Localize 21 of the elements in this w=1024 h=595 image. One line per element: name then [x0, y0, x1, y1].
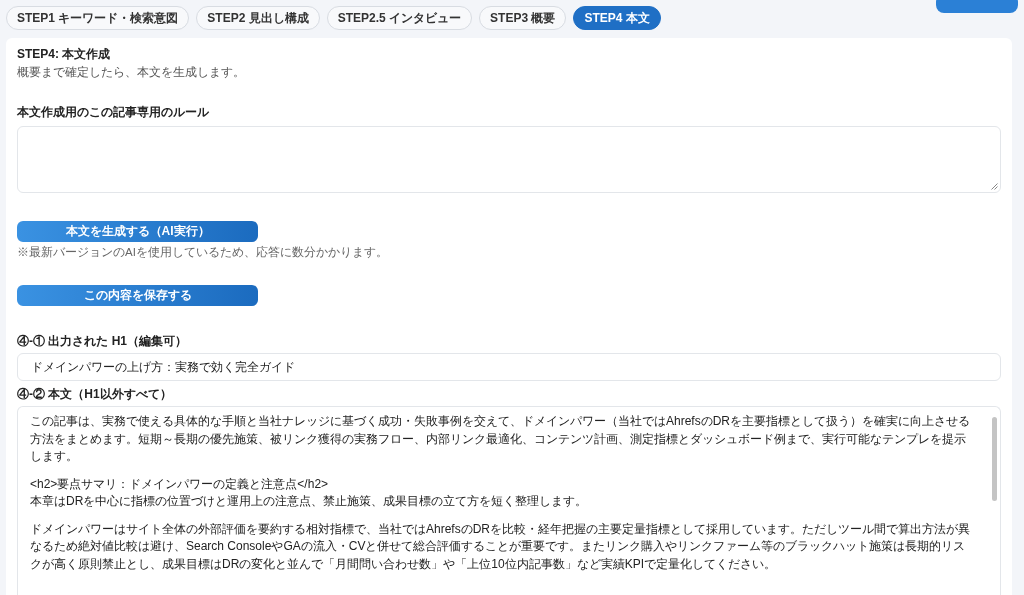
body-paragraph: この記事は、実務で使える具体的な手順と当社ナレッジに基づく成功・失敗事例を交えて、ドメインパワー（当社ではAhrefsのDRを主要指標として扱う）を確実に向上させる方法をまとめます。短期～長期の優先施策、被リンク獲得の実務フロー、内部リンク最適化、コンテンツ計画、測定指標とダッシュボード例まで、実行可能なテンプレを提示します。: [30, 413, 971, 465]
step-tab[interactable]: STEP4 本文: [573, 6, 661, 30]
resize-handle-icon[interactable]: [991, 183, 998, 190]
rules-label: 本文作成用のこの記事専用のルール: [17, 104, 210, 120]
body-paragraph: ドメインパワーはサイト全体の外部評価を要約する相対指標で、当社ではAhrefsのDRを比較・経年把握の主要定量指標として採用しています。ただしツール間で算出方法が異なるため絶対値比較は避け、Search ConsoleやGAの流入・CVと併せて総合評価することが重要です。またリンク購入やリンクファーム等のブラックハット施策は長期的リスクが高く原則禁止とし、成果目標はDRの変化と並んで「月間問い合わせ数」や「上位10位内記事数」など実績KPIで定量化してください。: [30, 520, 971, 573]
step-tab[interactable]: STEP1 キーワード・検索意図: [6, 6, 190, 30]
generate-button[interactable]: 本文を生成する（AI実行）: [17, 221, 258, 242]
step-tab[interactable]: STEP2.5 インタビュー: [326, 6, 473, 30]
step-tab[interactable]: STEP3 概要: [479, 6, 567, 30]
body-paragraph: 本章はDRを中心に指標の位置づけと運用上の注意点、禁止施策、成果目標の立て方を短く整理します。: [30, 493, 589, 510]
step-title: STEP4: 本文作成: [17, 46, 112, 62]
h1-input[interactable]: ドメインパワーの上げ方：実務で効く完全ガイド: [17, 353, 1001, 381]
body-paragraph: <h2>要点サマリ：ドメインパワーの定義と注意点</h2>: [30, 475, 330, 493]
h1-label: ④-① 出力された H1（編集可）: [17, 334, 188, 349]
body-label: ④-② 本文（H1以外すべて）: [17, 387, 173, 402]
save-button[interactable]: この内容を保存する: [17, 285, 258, 306]
step-tab[interactable]: STEP2 見出し構成: [196, 6, 320, 30]
body-textarea[interactable]: [17, 406, 1001, 595]
step-description: 概要まで確定したら、本文を生成します。: [17, 65, 246, 79]
generate-note: ※最新バージョンのAIを使用しているため、応答に数分かかります。: [17, 245, 389, 259]
scrollbar-thumb[interactable]: [992, 417, 997, 501]
